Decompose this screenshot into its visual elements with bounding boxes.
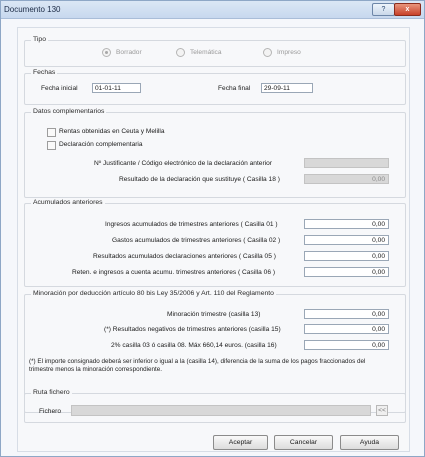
radio-impreso[interactable]: Impreso [263,48,301,57]
fecha-final-input[interactable]: 29-09-11 [261,83,313,93]
aceptar-button[interactable]: Aceptar [213,435,268,450]
radio-telematica[interactable]: Telemática [176,48,222,57]
ayuda-button[interactable]: Ayuda [340,435,399,450]
fichero-label: Fichero [39,408,61,415]
casilla-06-label: Reten. e ingresos a cuenta acumu. trimes… [72,269,276,276]
radio-telematica-label: Telemática [190,49,222,56]
window-title: Documento 130 [4,5,61,14]
casilla-02-input[interactable]: 0,00 [304,235,389,245]
help-icon[interactable]: ? [372,3,395,16]
resultado-label: Resultado de la declaración que sustituy… [119,176,280,183]
casilla-01-input[interactable]: 0,00 [304,219,389,229]
casilla-05-input[interactable]: 0,00 [304,251,389,261]
casilla-05-label: Resultados acumulados declaraciones ante… [93,253,276,260]
fecha-inicial-label: Fecha inicial [41,85,78,92]
tipo-legend: Tipo [31,36,48,43]
minoracion-note: (*) El importe consignado deberá ser inf… [29,358,366,373]
ceuta-melilla-checkbox[interactable] [47,128,56,137]
radio-borrador[interactable]: Borrador [102,48,142,57]
dialog-window: Documento 130 ? x Tipo Borrador Telemáti… [0,0,425,457]
radio-impreso-label: Impreso [277,49,301,56]
complementarios-group: Datos complementarios [24,108,406,198]
fecha-final-label: Fecha final [218,85,251,92]
casilla-15-input[interactable]: 0,00 [304,324,389,334]
complementaria-label: Declaración complementaria [59,141,143,148]
title-bar[interactable]: Documento 130 ? x [1,1,424,19]
browse-button[interactable]: << [376,405,388,416]
casilla-06-input[interactable]: 0,00 [304,267,389,277]
complementaria-checkbox[interactable] [47,141,56,150]
fechas-group: Fechas [24,69,406,105]
justificante-input[interactable] [304,158,389,168]
casilla-16-input[interactable]: 0,00 [304,340,389,350]
casilla-15-label: (*) Resultados negativos de trimestres a… [104,326,281,333]
close-icon[interactable]: x [394,3,421,16]
casilla-02-label: Gastos acumulados de trimestres anterior… [112,237,281,244]
ruta-legend: Ruta fichero [31,389,72,396]
radio-dot[interactable] [263,48,272,57]
radio-dot-selected[interactable] [102,48,111,57]
radio-dot[interactable] [176,48,185,57]
ceuta-melilla-label: Rentas obtenidas en Ceuta y Melilla [59,128,165,135]
acumulados-legend: Acumulados anteriores [31,199,105,206]
casilla-16-label: 2% casilla 03 ó casilla 08. Máx 660,14 e… [111,342,277,349]
casilla-01-label: Ingresos acumulados de trimestres anteri… [105,221,278,228]
complementarios-legend: Datos complementarios [31,108,107,115]
fecha-inicial-input[interactable]: 01-01-11 [92,83,141,93]
resultado-input[interactable]: 0,00 [304,174,389,184]
casilla-13-input[interactable]: 0,00 [304,309,389,319]
justificante-label: Nº Justificante / Código electrónico de … [94,160,272,167]
casilla-13-label: Minoración trimestre (casilla 13) [167,311,261,318]
minoracion-legend: Minoración por deducción artículo 80 bis… [31,290,276,297]
cancelar-button[interactable]: Cancelar [274,435,333,450]
fichero-input[interactable] [71,405,371,416]
radio-borrador-label: Borrador [116,49,142,56]
fechas-legend: Fechas [31,69,58,76]
